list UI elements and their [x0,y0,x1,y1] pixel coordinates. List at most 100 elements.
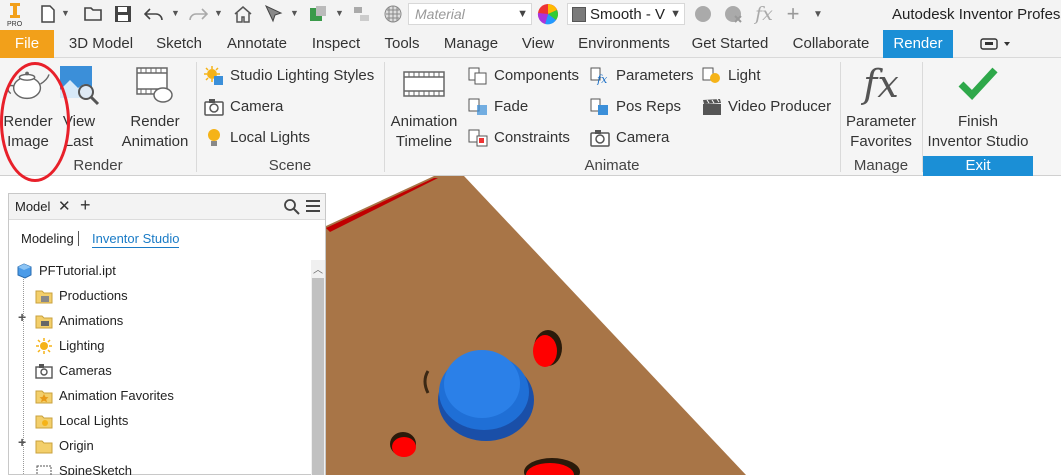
graphics-viewport[interactable] [326,176,1061,475]
appearance-swatch-icon [572,7,586,22]
clear-appearance-icon[interactable] [721,3,745,25]
subtab-modeling[interactable]: Modeling [21,231,74,246]
appearance-select[interactable]: Smooth - V ▼ [567,3,685,25]
new-dropdown-icon[interactable]: ▼ [61,8,70,18]
parameter-favorites-button[interactable]: fx Parameter Favorites [843,62,919,152]
home-icon[interactable] [231,3,255,25]
animate-components-button[interactable]: Components [468,64,579,88]
folder-icon [35,315,53,329]
add-tab-icon[interactable]: + [80,195,91,216]
tab-file[interactable]: File [0,30,54,58]
panel-title-scene: Scene [268,157,312,174]
tab-tools[interactable]: Tools [377,30,427,58]
new-icon[interactable] [36,3,60,25]
render-animation-button[interactable]: Render Animation [116,62,194,152]
components-icon [468,67,488,85]
expand-icon[interactable]: + [18,309,26,325]
camera-icon [204,98,224,116]
close-icon[interactable]: ✕ [58,197,71,215]
tree-node-label: PFTutorial.ipt [39,263,116,278]
chevron-down-icon[interactable]: ▼ [670,8,681,20]
tab-get-started[interactable]: Get Started [685,30,775,58]
video-producer-label: Video Producer [728,98,832,115]
plus-icon[interactable]: + [781,1,805,26]
search-icon[interactable] [283,198,301,216]
material-select[interactable]: Material ▼ [408,3,532,25]
annotation-circle [0,62,70,182]
material-icon[interactable] [381,3,405,25]
svg-text:PRO: PRO [7,21,23,28]
animate-pos-reps-button[interactable]: Pos Reps [590,95,681,119]
chevron-down-icon[interactable]: ▼ [517,8,528,20]
open-icon[interactable] [82,3,106,25]
fx-icon[interactable]: fx [752,3,776,25]
folder-star-icon [35,390,53,404]
subtab-divider [78,231,79,246]
inventor-logo-icon: PRO [7,3,23,28]
render-animation-label-2: Animation [121,133,189,150]
light-icon [702,67,722,85]
tab-view[interactable]: View [515,30,561,58]
local-lights-button[interactable]: Local Lights [204,126,310,150]
scene-camera-button[interactable]: Camera [204,95,283,119]
folder-icon [35,440,53,454]
hamburger-menu-icon[interactable] [306,200,320,212]
redo-dropdown-icon[interactable]: ▼ [214,8,223,18]
constraints-label: Constraints [494,129,570,146]
animate-constraints-button[interactable]: Constraints [468,126,570,150]
tab-3d-model[interactable]: 3D Model [60,30,142,58]
scrollbar-thumb[interactable] [312,278,324,475]
animate-fade-button[interactable]: Fade [468,95,528,119]
undo-icon[interactable] [142,3,166,25]
save-icon[interactable] [111,3,135,25]
update-dropdown-icon[interactable]: ▼ [335,8,344,18]
quick-access-toolbar: PRO ▼ ▼ ▼ ▼ ▼ Material ▼ Smooth - V ▼ fx… [0,0,1061,30]
material-placeholder: Material [415,6,465,22]
animate-camera-button[interactable]: Camera [590,126,669,150]
expand-icon[interactable]: + [18,434,26,450]
tree-node-label: Animation Favorites [59,388,174,403]
color-wheel-icon[interactable] [536,3,560,25]
tab-environments[interactable]: Environments [572,30,676,58]
folder-light-icon [35,415,53,429]
browser-scrollbar[interactable]: ︿ [311,260,325,475]
browser-tab-model[interactable]: Model [15,199,50,214]
tab-render[interactable]: Render [883,30,953,58]
update-icon[interactable] [306,3,330,25]
tab-annotate[interactable]: Annotate [219,30,295,58]
chevron-up-icon[interactable]: ︿ [313,261,323,276]
local-lights-label: Local Lights [230,129,311,146]
tab-inspect[interactable]: Inspect [304,30,368,58]
tree-node-label: SpineSketch [59,463,132,475]
scene-camera-label: Camera [230,98,284,115]
subtab-inventor-studio[interactable]: Inventor Studio [92,231,180,248]
panel-title-exit: Exit [923,156,1033,176]
finish-inventor-studio-button[interactable]: Finish Inventor Studio [924,62,1032,152]
parameters-label: Parameters [616,67,694,84]
select-dropdown-icon[interactable]: ▼ [290,8,299,18]
undo-dropdown-icon[interactable]: ▼ [171,8,180,18]
tab-collaborate[interactable]: Collaborate [784,30,878,58]
tab-sketch[interactable]: Sketch [149,30,209,58]
parameters-icon: fx [590,67,610,85]
studio-lighting-styles-button[interactable]: Studio Lighting Styles [204,64,374,88]
studio-lighting-label: Studio Lighting Styles [230,67,375,84]
tab-manage[interactable]: Manage [437,30,505,58]
tree-node-label: Productions [59,288,128,303]
video-producer-button[interactable]: Video Producer [702,95,831,119]
redo-icon[interactable] [186,3,210,25]
animation-timeline-button[interactable]: Animation Timeline [386,62,462,152]
ribbon-options-icon[interactable] [978,36,1014,52]
animate-light-button[interactable]: Light [702,64,761,88]
animate-camera-label: Camera [616,129,670,146]
tree-node-label: Lighting [59,338,105,353]
select-icon[interactable] [261,3,285,25]
animation-timeline-label-2: Timeline [395,133,453,150]
light-label: Light [728,67,761,84]
animate-parameters-button[interactable]: fx Parameters [590,64,694,88]
sketch-icon [36,465,52,475]
appearance-adjust-icon[interactable] [691,3,715,25]
constraints-icon [468,129,488,147]
customize-icon[interactable]: ▼ [806,3,830,25]
measure-icon[interactable] [350,3,374,25]
